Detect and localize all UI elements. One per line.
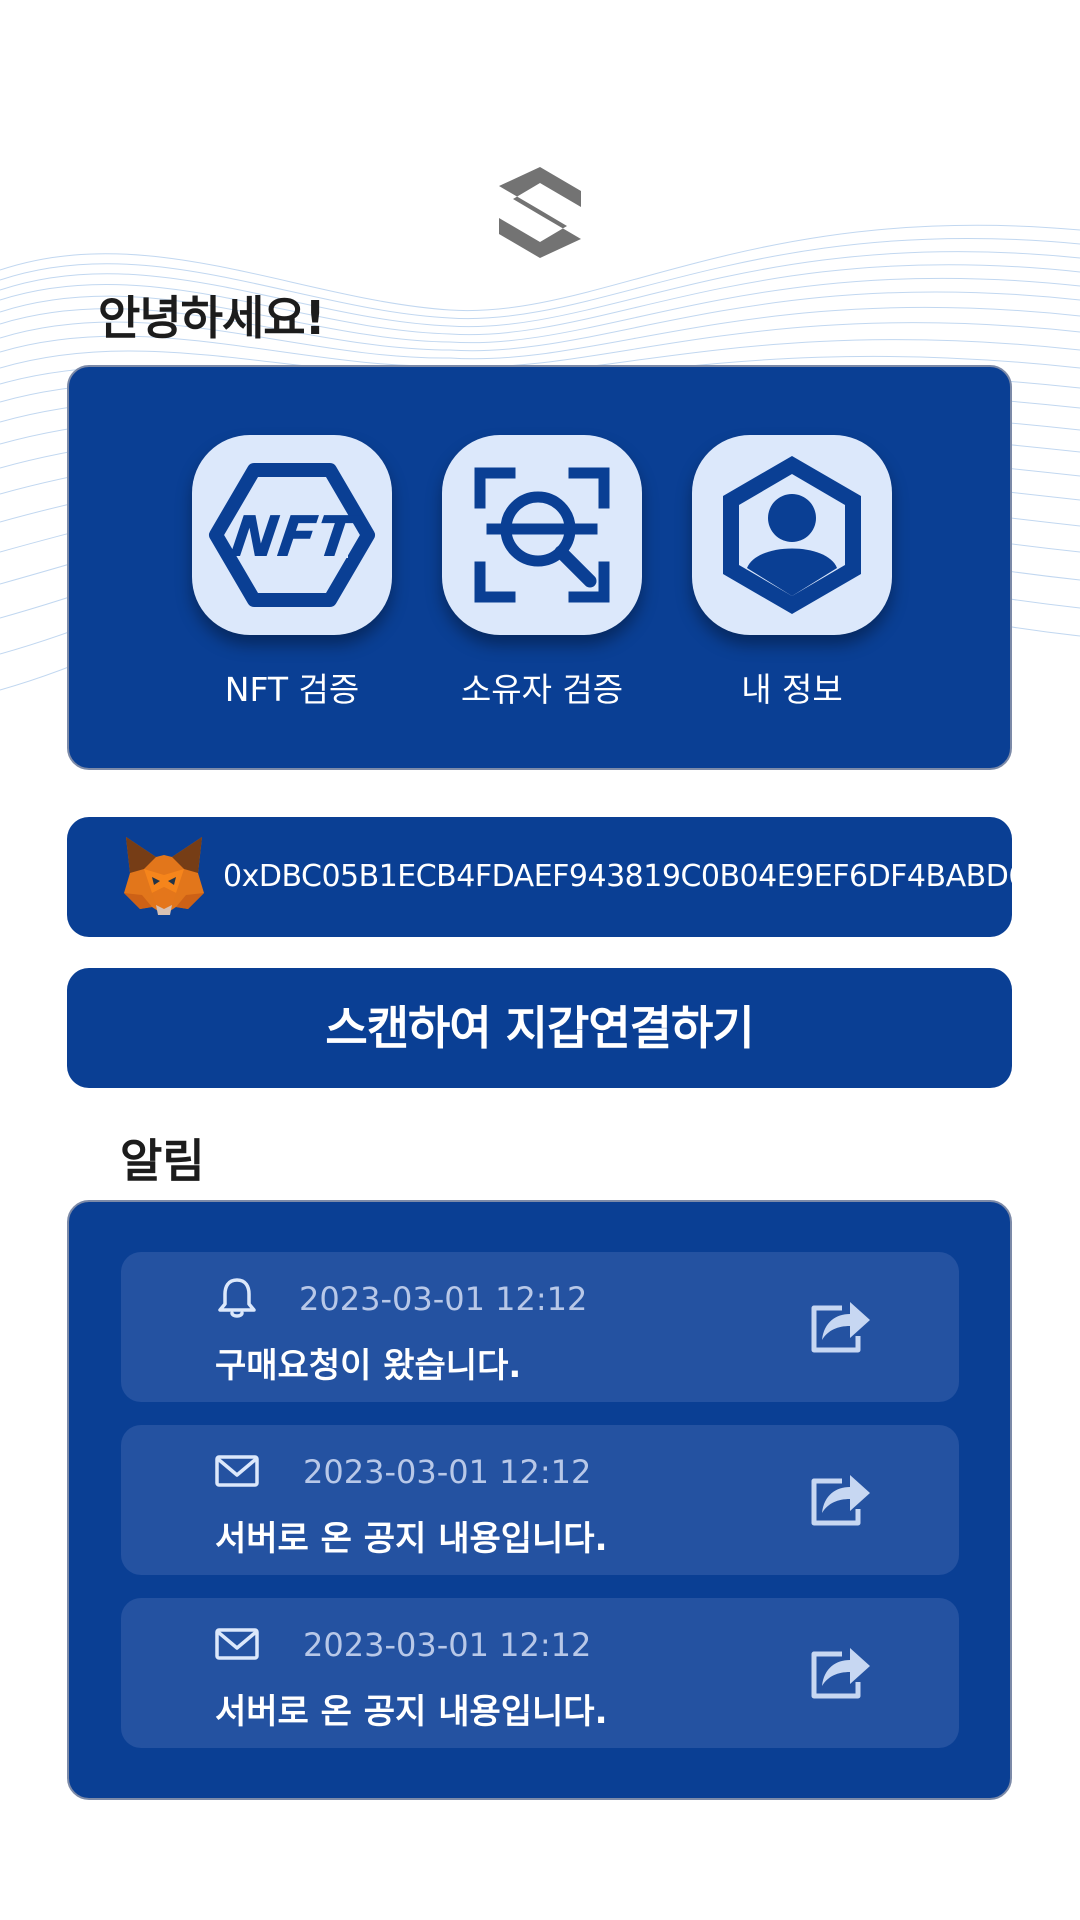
notification-message: 구매요청이 왔습니다. [215, 1346, 522, 1386]
share-icon[interactable] [806, 1469, 872, 1529]
user-profile-icon [723, 456, 861, 614]
mail-icon [215, 1455, 259, 1487]
greeting-text: 안녕하세요! [98, 291, 326, 345]
notification-item[interactable]: 2023-03-01 12:12 서버로 온 공지 내용입니다. [121, 1598, 959, 1748]
menu-card: NFT NFT 검증 소유자 검증 내 정보 [67, 365, 1012, 770]
svg-text:NFT: NFT [227, 505, 364, 570]
owner-verify-button[interactable] [442, 435, 642, 635]
metamask-fox-icon [124, 837, 204, 915]
share-icon[interactable] [806, 1642, 872, 1702]
notification-date: 2023-03-01 12:12 [299, 1280, 588, 1318]
notification-item[interactable]: 2023-03-01 12:12 구매요청이 왔습니다. [121, 1252, 959, 1402]
menu-label-my-info: 내 정보 [741, 670, 843, 709]
wallet-address-bar[interactable]: 0xDBC05B1ECB4FDAEF943819C0B04E9EF6DF4BAB… [67, 817, 1027, 937]
menu-item-my-info[interactable]: 내 정보 [692, 435, 892, 711]
notifications-card: 2023-03-01 12:12 구매요청이 왔습니다. 2023-03-01 … [67, 1200, 1012, 1800]
bell-icon [218, 1278, 256, 1318]
wallet-address-text: 0xDBC05B1ECB4FDAEF943819C0B04E9EF6DF4BAB… [223, 859, 1027, 894]
home-screen: 안녕하세요! NFT NFT 검증 소유자 검증 내 정보 0xDBC05B1E… [0, 0, 1080, 1920]
owner-scan-icon [474, 467, 610, 603]
notification-date: 2023-03-01 12:12 [303, 1453, 592, 1491]
nft-icon: NFT [209, 463, 375, 607]
notification-message: 서버로 온 공지 내용입니다. [215, 1519, 608, 1559]
my-info-button[interactable] [692, 435, 892, 635]
scan-connect-wallet-button[interactable]: 스캔하여 지갑연결하기 [67, 968, 1012, 1088]
share-icon[interactable] [806, 1296, 872, 1356]
menu-label-owner: 소유자 검증 [460, 670, 624, 709]
menu-item-owner-verify[interactable]: 소유자 검증 [442, 435, 642, 711]
menu-label-nft: NFT 검증 [224, 670, 360, 709]
notification-message: 서버로 온 공지 내용입니다. [215, 1692, 608, 1732]
notifications-title: 알림 [120, 1134, 205, 1188]
nft-verify-button[interactable]: NFT [192, 435, 392, 635]
notification-date: 2023-03-01 12:12 [303, 1626, 592, 1664]
mail-icon [215, 1628, 259, 1660]
app-logo-icon [499, 167, 581, 258]
notification-item[interactable]: 2023-03-01 12:12 서버로 온 공지 내용입니다. [121, 1425, 959, 1575]
menu-item-nft-verify[interactable]: NFT NFT 검증 [192, 435, 392, 711]
